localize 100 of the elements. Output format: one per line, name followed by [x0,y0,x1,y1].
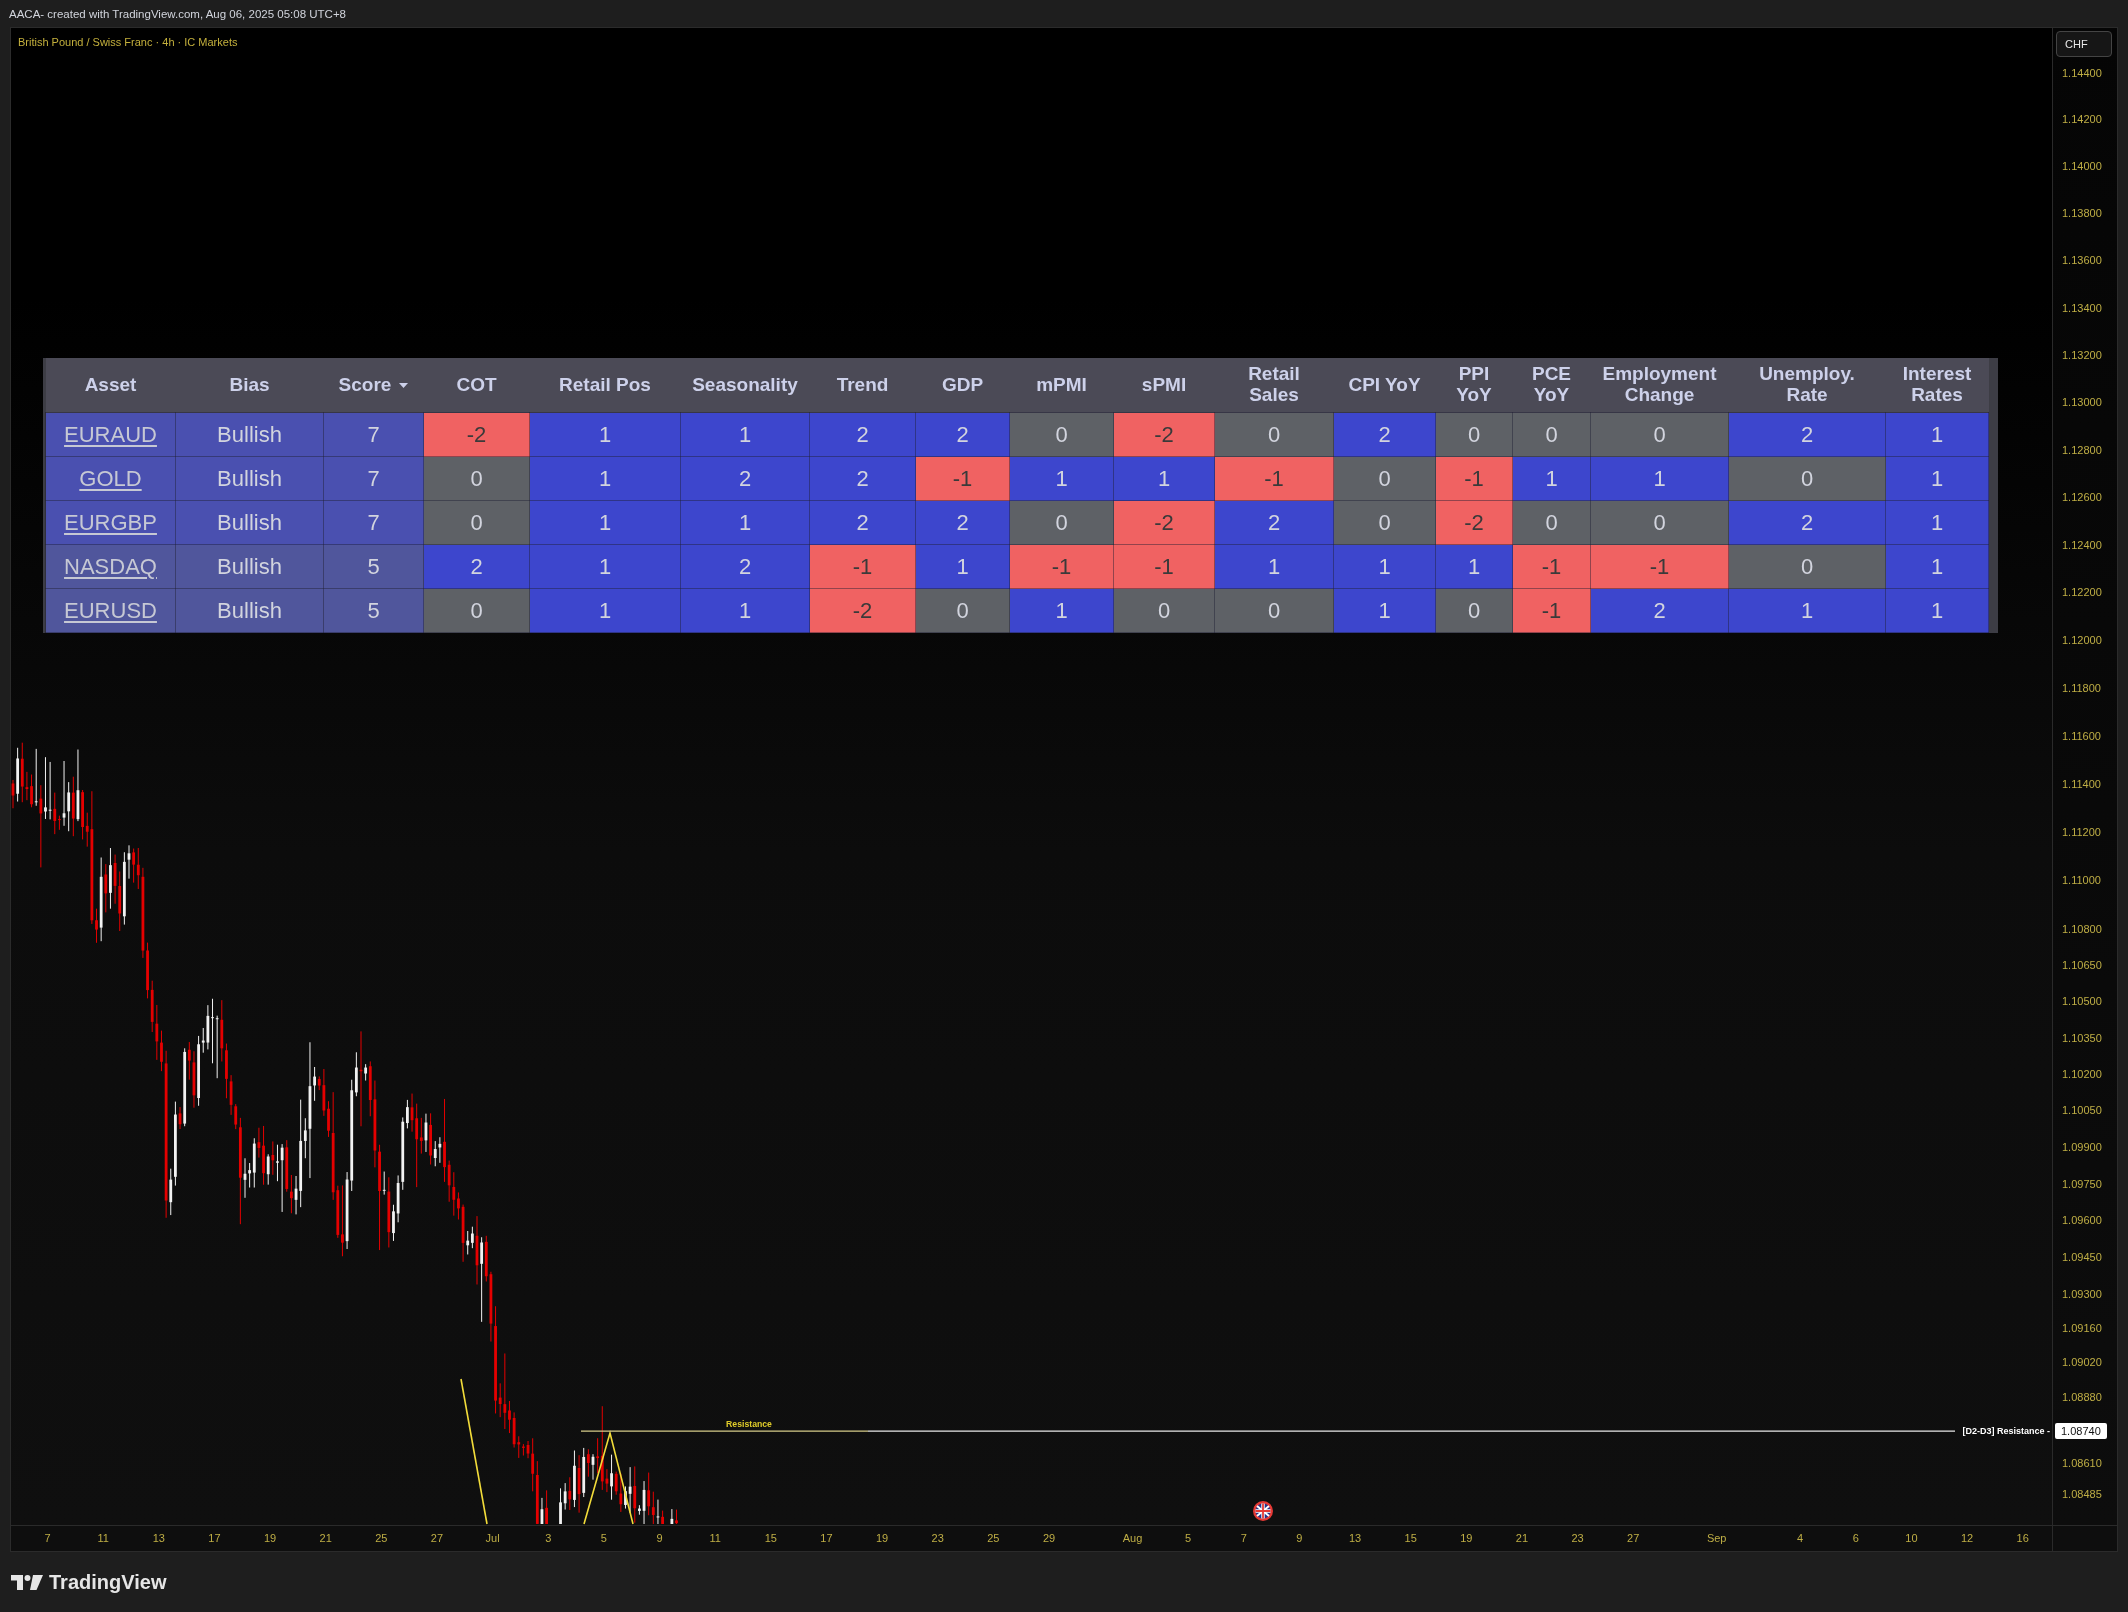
table-cell: 0 [1590,500,1729,545]
currency-button[interactable]: CHF [2056,31,2112,57]
column-header: Interest Rates [1885,358,1989,413]
date-label: 27 [1627,1532,1640,1544]
date-label: 9 [656,1532,663,1544]
date-label: 17 [208,1532,221,1544]
table-cell: 2 [915,500,1010,545]
date-label: 7 [1240,1532,1247,1544]
column-header[interactable]: Score [323,358,424,413]
column-header: GDP [915,358,1010,413]
price-label: 1.12600 [2062,491,2102,504]
table-cell: 1 [1333,588,1436,633]
table-cell: Bullish [175,588,324,633]
table-cell: 1 [680,588,810,633]
table-cell: 0 [1333,456,1436,501]
flag-icon[interactable] [1253,1501,1273,1521]
column-header: Trend [809,358,916,413]
price-label: 1.12000 [2062,634,2102,647]
asset-link[interactable]: EURAUD [64,421,157,447]
table-cell: 2 [809,456,916,501]
asset-link[interactable]: EURUSD [64,597,157,623]
asset-link[interactable]: EURGBP [64,509,157,535]
table-cell: -1 [915,456,1010,501]
table-cell: Bullish [175,500,324,545]
table-cell: 0 [1512,412,1591,457]
table-cell: -2 [809,588,916,633]
date-label: 15 [1404,1532,1417,1544]
table-cell: 2 [1728,412,1886,457]
table-cell: -1 [1590,544,1729,589]
price-label: 1.14000 [2062,160,2102,173]
price-label: 1.08880 [2062,1390,2102,1403]
price-tag: 1.08740 [2055,1423,2107,1440]
table-cell: 5 [323,588,424,633]
date-label: 5 [1185,1532,1192,1544]
table-cell: Bullish [175,544,324,589]
price-label: 1.10650 [2062,958,2102,971]
table-cell: 1 [529,588,681,633]
table-cell: 7 [323,500,424,545]
date-label: 4 [1797,1532,1804,1544]
table-cell: -1 [1113,544,1215,589]
table-cell: 0 [1590,412,1729,457]
table-cell: -1 [1512,588,1591,633]
column-header: Bias [175,358,324,413]
table-cell: 1 [1009,456,1114,501]
price-label: 1.12200 [2062,586,2102,599]
table-cell: -1 [1435,456,1513,501]
date-label: 5 [600,1532,607,1544]
price-label: 1.11800 [2062,682,2101,695]
brand-name: TradingView [49,1570,167,1594]
column-header: sPMI [1113,358,1215,413]
logo-icon [11,1574,43,1590]
column-header: COT [423,358,530,413]
symbol-legend: British Pound / Swiss Franc · 4h · IC Markets [18,36,238,48]
table-cell: 0 [1728,544,1886,589]
date-label: 21 [319,1532,332,1544]
date-label: 11 [709,1532,721,1544]
price-label: 1.10500 [2062,995,2102,1008]
table-cell: -2 [1113,500,1215,545]
table-cell: 1 [1885,544,1989,589]
table-cell: 0 [1512,500,1591,545]
date-label: 23 [1571,1532,1584,1544]
price-label: 1.08485 [2062,1487,2102,1500]
table-cell: -2 [1435,500,1513,545]
table-cell: 7 [323,456,424,501]
price-label: 1.09750 [2062,1177,2102,1190]
date-label: 15 [764,1532,777,1544]
column-header: Unemploy. Rate [1728,358,1886,413]
table-cell: 1 [529,544,681,589]
price-label: 1.13600 [2062,254,2102,267]
table-cell: 0 [1113,588,1215,633]
date-label: 23 [931,1532,944,1544]
table-cell: Bullish [175,412,324,457]
date-label: 19 [263,1532,277,1544]
price-label: 1.09300 [2062,1287,2102,1300]
asset-link[interactable]: GOLD [79,465,142,491]
table-cell: 2 [809,500,916,545]
asset-link[interactable]: NASDAQ [64,553,157,579]
price-label: 1.12400 [2062,538,2102,551]
date-label: Sep [1706,1532,1727,1544]
price-label: 1.09160 [2062,1321,2102,1334]
table-cell: 0 [1435,412,1513,457]
level-tag: [D2-D3] Resistance - [1962,1426,2050,1437]
table-cell: 0 [1009,500,1114,545]
table-cell: 0 [423,588,530,633]
table-cell: 0 [1333,500,1436,545]
column-header: PCE YoY [1512,358,1591,413]
date-label: 11 [97,1532,109,1544]
date-label: 10 [1905,1532,1918,1544]
table-cell: 2 [423,544,530,589]
price-label: 1.11400 [2062,778,2101,790]
date-label: 27 [430,1532,444,1544]
table-cell: 2 [915,412,1010,457]
date-label: 13 [152,1532,165,1544]
table-cell: 2 [1590,588,1729,633]
column-header: Retail Pos [529,358,681,413]
table-cell: 1 [1512,456,1591,501]
table-cell: 0 [915,588,1010,633]
table-cell: 1 [1728,588,1886,633]
table-cell: 2 [1728,500,1886,545]
price-label: 1.13200 [2062,348,2102,361]
